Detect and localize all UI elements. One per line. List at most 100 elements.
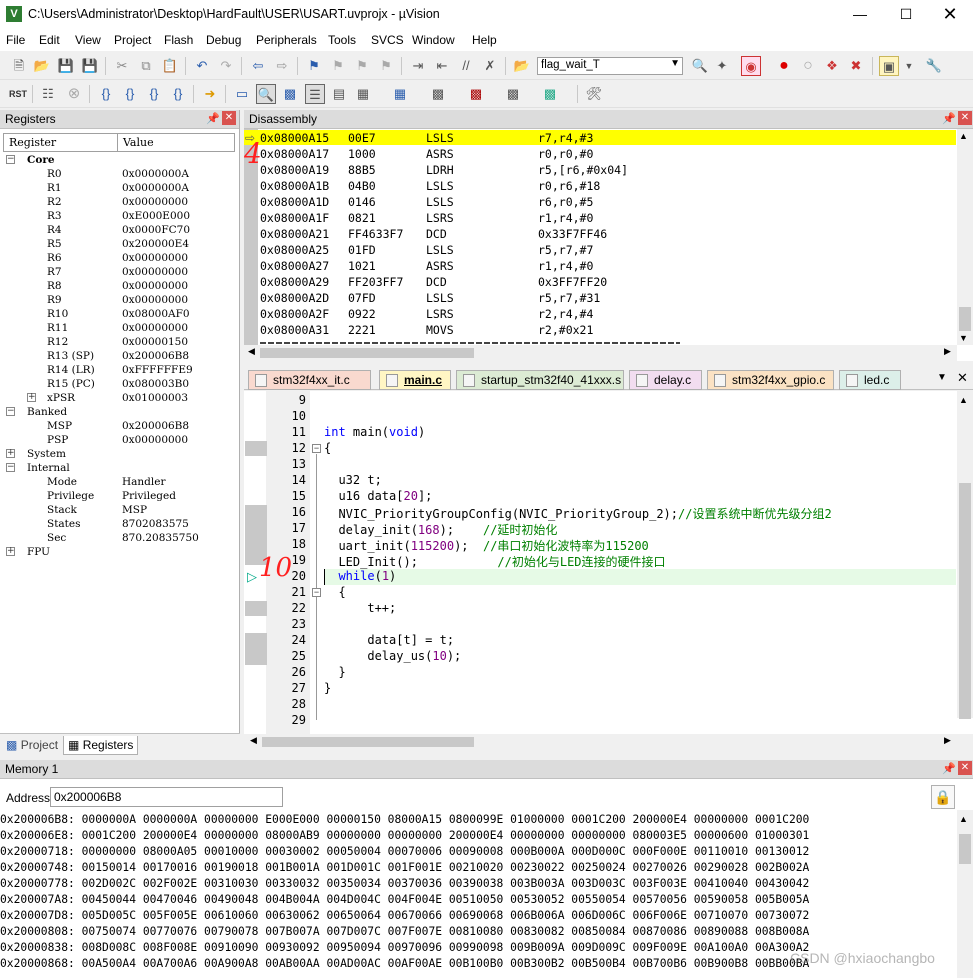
window-layout-icon[interactable]: ▣ (879, 56, 899, 76)
disassembly-window-icon[interactable]: 🔍 (256, 84, 276, 104)
call-stack-icon[interactable]: ▤ (329, 84, 349, 104)
register-value[interactable]: 0x00000150 (122, 335, 188, 349)
undo-icon[interactable]: ↶ (192, 56, 212, 76)
scroll-thumb[interactable] (959, 834, 971, 864)
pin-icon[interactable]: 📌 (942, 762, 956, 775)
target-combo[interactable]: flag_wait_T ▼ (537, 57, 683, 75)
register-row[interactable]: + xPSR 0x01000003 (0, 391, 236, 405)
editor-hscroll[interactable]: ◀ ▶ (244, 734, 973, 750)
command-window-icon[interactable]: ▭ (232, 84, 252, 104)
register-row[interactable]: R6 0x00000000 (0, 251, 236, 265)
tab-startup-s[interactable]: startup_stm32f40_41xxx.s (456, 370, 624, 390)
scroll-left-icon[interactable]: ◀ (250, 735, 257, 746)
memory-row[interactable]: 0x20000778: 002D002C 002F002E 00310030 0… (0, 876, 809, 892)
prev-bookmark-icon[interactable]: ⚑ (328, 56, 348, 76)
register-value[interactable]: Handler (122, 475, 166, 489)
register-value[interactable]: 0x200000E4 (122, 237, 189, 251)
register-row[interactable]: R1 0x0000000A (0, 181, 236, 195)
register-row[interactable]: R3 0xE000E000 (0, 209, 236, 223)
minimize-button[interactable]: — (837, 0, 883, 30)
menu-project[interactable]: Project (114, 33, 151, 47)
register-row[interactable]: Sec 870.20835750 (0, 531, 236, 545)
memory-row[interactable]: 0x20000748: 00150014 00170016 00190018 0… (0, 860, 809, 876)
register-value[interactable]: Privileged (122, 489, 176, 503)
memory-row[interactable]: 0x20000808: 00750074 00770076 00790078 0… (0, 924, 809, 940)
disassembly-vscroll[interactable]: ▲ ▼ (957, 129, 973, 345)
register-row[interactable]: R8 0x00000000 (0, 279, 236, 293)
step-over-icon[interactable]: {} (120, 84, 140, 104)
column-register[interactable]: Register (9, 136, 56, 149)
expand-icon[interactable]: + (6, 547, 15, 556)
registers-window-icon[interactable]: ☰ (305, 84, 325, 104)
register-value[interactable]: 0x0000000A (122, 167, 189, 181)
kill-breakpoints-icon[interactable]: ✖ (846, 56, 866, 76)
register-value[interactable]: 870.20835750 (122, 531, 199, 545)
memory-row[interactable]: 0x200006B8: 0000000A 0000000A 00000000 E… (0, 812, 809, 828)
debug-session-icon[interactable]: ◉ (741, 56, 761, 76)
tab-main-c[interactable]: main.c (379, 370, 451, 390)
memory-row[interactable]: 0x200007D8: 005D005C 005F005E 00610060 0… (0, 908, 809, 924)
redo-icon[interactable]: ↷ (216, 56, 236, 76)
open-file-icon[interactable]: 📂 (32, 56, 52, 76)
scroll-left-icon[interactable]: ◀ (248, 346, 255, 357)
register-value[interactable]: 0x00000000 (122, 265, 188, 279)
tab-project[interactable]: ▩ Project (2, 736, 62, 755)
tab-stm32f4xx-gpio-c[interactable]: stm32f4xx_gpio.c (707, 370, 834, 390)
register-row[interactable]: R13 (SP) 0x200006B8 (0, 349, 236, 363)
reset-icon[interactable]: RST (8, 84, 28, 104)
scroll-thumb[interactable] (959, 483, 971, 719)
register-value[interactable]: 0x200006B8 (122, 419, 189, 433)
paste-icon[interactable]: 📋 (160, 56, 180, 76)
scroll-thumb[interactable] (260, 348, 474, 358)
expand-icon[interactable]: + (27, 393, 36, 402)
watch-window-icon[interactable]: ▦ (353, 84, 373, 104)
register-row[interactable]: R0 0x0000000A (0, 167, 236, 181)
register-value[interactable]: 0xE000E000 (122, 209, 190, 223)
memory-window-icon[interactable]: ▦ (390, 84, 410, 104)
register-value[interactable]: 0x00000000 (122, 293, 188, 307)
analysis-window-icon[interactable]: ▩ (466, 84, 486, 104)
menu-flash[interactable]: Flash (164, 33, 193, 47)
memory-vscroll[interactable]: ▲ (957, 810, 973, 978)
register-row[interactable]: R15 (PC) 0x080003B0 (0, 377, 236, 391)
save-icon[interactable]: 💾 (56, 56, 76, 76)
register-value[interactable]: 8702083575 (122, 517, 189, 531)
scroll-up-icon[interactable]: ▲ (959, 395, 968, 405)
register-row[interactable]: R4 0x0000FC70 (0, 223, 236, 237)
nav-forward-icon[interactable]: ⇨ (272, 56, 292, 76)
menu-debug[interactable]: Debug (206, 33, 241, 47)
tab-stm32f4xx-it-c[interactable]: stm32f4xx_it.c (248, 370, 371, 390)
register-value[interactable]: 0xFFFFFFE9 (122, 363, 193, 377)
menu-help[interactable]: Help (472, 33, 497, 47)
close-panel-icon[interactable]: ✕ (222, 111, 236, 125)
close-tab-icon[interactable]: ✕ (957, 370, 968, 386)
menu-window[interactable]: Window (412, 33, 455, 47)
fold-main-icon[interactable]: − (312, 444, 321, 453)
register-value[interactable]: 0x080003B0 (122, 377, 189, 391)
nav-back-icon[interactable]: ⇦ (248, 56, 268, 76)
system-viewer-icon[interactable]: ▩ (540, 84, 560, 104)
comment-icon[interactable]: // (456, 56, 476, 76)
scroll-right-icon[interactable]: ▶ (944, 735, 951, 746)
find-icon[interactable]: 🔍 (690, 56, 710, 76)
trace-window-icon[interactable]: ▩ (503, 84, 523, 104)
scroll-down-icon[interactable]: ▼ (959, 333, 968, 343)
pin-icon[interactable]: 📌 (206, 112, 220, 125)
register-value[interactable]: 0x00000000 (122, 433, 188, 447)
bookmark-icon[interactable]: ⚑ (304, 56, 324, 76)
collapse-icon[interactable]: − (6, 407, 15, 416)
register-row[interactable]: R12 0x00000150 (0, 335, 236, 349)
cut-icon[interactable]: ✂ (112, 56, 132, 76)
memory-row[interactable]: 0x200006E8: 0001C200 200000E4 00000000 0… (0, 828, 809, 844)
register-row[interactable]: R11 0x00000000 (0, 321, 236, 335)
scroll-right-icon[interactable]: ▶ (944, 346, 951, 357)
register-row[interactable]: Stack MSP (0, 503, 236, 517)
editor-vscroll[interactable]: ▲ (957, 391, 973, 719)
toolbox-icon[interactable]: 🛠 (584, 84, 604, 104)
stop-icon[interactable]: ⊗ (64, 84, 84, 104)
maximize-button[interactable]: ☐ (883, 0, 929, 30)
memory-row[interactable]: 0x200007A8: 00450044 00470046 00490048 0… (0, 892, 809, 908)
register-row[interactable]: R14 (LR) 0xFFFFFFE9 (0, 363, 236, 377)
register-row[interactable]: R5 0x200000E4 (0, 237, 236, 251)
register-value[interactable]: 0x01000003 (122, 391, 188, 405)
